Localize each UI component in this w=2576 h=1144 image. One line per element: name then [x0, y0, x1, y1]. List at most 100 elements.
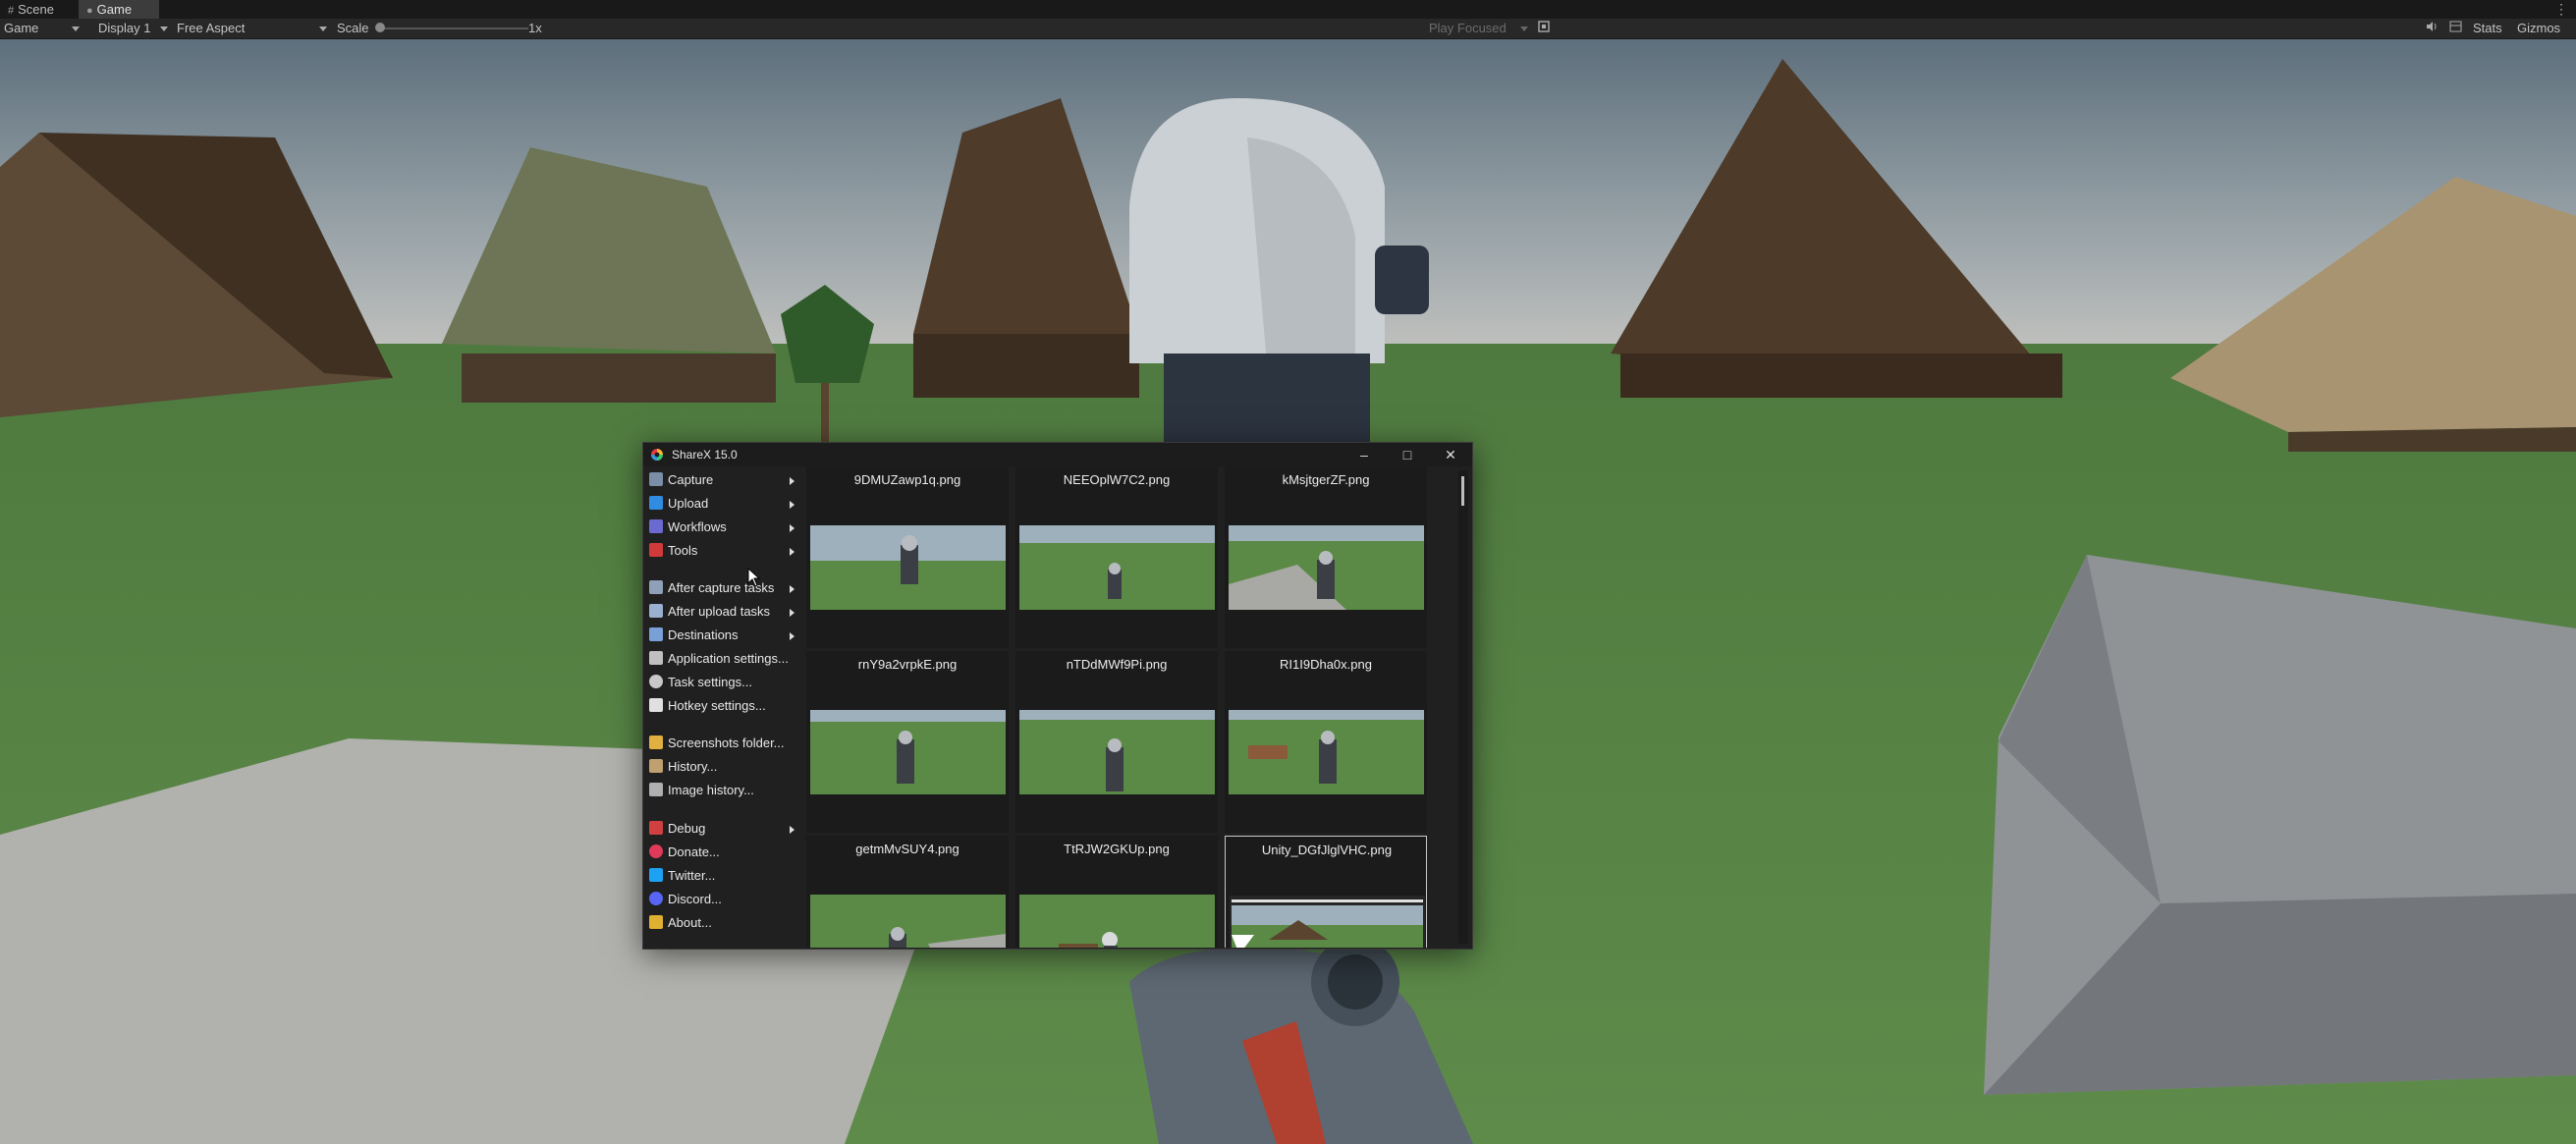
menu-item-label: Twitter...: [668, 868, 716, 883]
aspect-dropdown[interactable]: Free Aspect: [177, 19, 328, 38]
thumbnail-item[interactable]: TtRJW2GKUp.png: [1015, 836, 1218, 948]
menu-item-workflows[interactable]: Workflows: [649, 517, 796, 538]
menu-item-debug[interactable]: Debug: [649, 818, 796, 840]
tab-scene-label: Scene: [18, 2, 54, 17]
thumbnail-filename: 9DMUZawp1q.png: [853, 472, 961, 487]
chevron-down-icon: [1519, 27, 1528, 32]
after-capture-icon: [649, 580, 663, 594]
menu-item-label: Donate...: [668, 844, 720, 859]
thumbnail-item[interactable]: 9DMUZawp1q.png: [806, 466, 1009, 648]
view-mode-dropdown[interactable]: Game: [4, 19, 81, 38]
menu-item-tools[interactable]: Tools: [649, 540, 796, 562]
menu-item-destinations[interactable]: Destinations: [649, 625, 796, 646]
close-button[interactable]: ✕: [1429, 443, 1472, 466]
view-mode-value: Game: [4, 21, 39, 35]
menu-item-label: Upload: [668, 496, 709, 511]
thumbnail-image: [810, 895, 1006, 948]
thumbnail-item[interactable]: rnY9a2vrpkE.png: [806, 651, 1009, 833]
more-options-icon[interactable]: ⋮: [2554, 0, 2568, 19]
menu-item-image-history[interactable]: Image history...: [649, 780, 796, 801]
thumbnail-scrollbar[interactable]: [1458, 470, 1468, 944]
minimize-button[interactable]: –: [1343, 443, 1386, 466]
submenu-arrow-icon: [790, 632, 795, 640]
tab-scene[interactable]: # Scene: [0, 0, 82, 19]
chevron-down-icon: [160, 27, 169, 32]
scale-value: 1x: [528, 21, 542, 35]
crown-icon: [649, 915, 663, 929]
menu-item-label: After upload tasks: [668, 604, 771, 619]
menu-item-task-settings[interactable]: Task settings...: [649, 672, 796, 693]
aspect-value: Free Aspect: [177, 21, 246, 35]
menu-item-upload[interactable]: Upload: [649, 493, 796, 515]
thumbnail-filename: TtRJW2GKUp.png: [1064, 842, 1170, 856]
menu-item-label: Workflows: [668, 519, 727, 534]
thumbnail-item[interactable]: getmMvSUY4.png: [806, 836, 1009, 948]
history-icon: [649, 759, 663, 773]
thumbnail-filename: rnY9a2vrpkE.png: [857, 657, 958, 672]
menu-item-application-settings[interactable]: Application settings...: [649, 648, 796, 670]
sharex-titlebar[interactable]: ShareX 15.0 – □ ✕: [643, 443, 1472, 466]
submenu-arrow-icon: [790, 524, 795, 532]
thumbnail-item[interactable]: RI1I9Dha0x.png: [1225, 651, 1427, 833]
play-mode-value: Play Focused: [1429, 21, 1507, 35]
menu-item-label: Application settings...: [668, 651, 789, 666]
layout-grid-icon[interactable]: [2449, 19, 2462, 38]
submenu-arrow-icon: [790, 548, 795, 556]
menu-item-label: Image history...: [668, 783, 754, 797]
menu-item-after-capture-tasks[interactable]: After capture tasks: [649, 577, 796, 599]
stats-button[interactable]: Stats: [2473, 19, 2502, 38]
scale-slider-handle[interactable]: [375, 23, 385, 32]
menu-item-label: Screenshots folder...: [668, 735, 785, 750]
menu-item-after-upload-tasks[interactable]: After upload tasks: [649, 601, 796, 623]
submenu-arrow-icon: [790, 501, 795, 509]
thumbnail-grid: 9DMUZawp1q.png NEEOplW7C2.png kMsjtgerZF…: [806, 466, 1454, 948]
thumbnail-filename: Unity_DGfJlglVHC.png: [1261, 843, 1393, 857]
menu-item-label: Debug: [668, 821, 706, 836]
maximize-button[interactable]: □: [1386, 443, 1429, 466]
folder-icon: [649, 735, 663, 749]
menu-item-label: Task settings...: [668, 675, 752, 689]
menu-item-donate[interactable]: Donate...: [649, 842, 796, 863]
menu-item-twitter[interactable]: Twitter...: [649, 865, 796, 887]
thumbnail-filename: kMsjtgerZF.png: [1282, 472, 1370, 487]
wrench-icon: [649, 651, 663, 665]
discord-icon: [649, 892, 663, 905]
menu-item-hotkey-settings[interactable]: Hotkey settings...: [649, 695, 796, 717]
thumbnail-image: [1019, 525, 1215, 610]
thumbnail-image: [1229, 525, 1424, 610]
thumbnail-filename: getmMvSUY4.png: [855, 842, 959, 856]
mute-audio-icon[interactable]: [2426, 19, 2438, 38]
main-menu: Capture Upload Workflows Tools After cap…: [643, 466, 802, 948]
frame-debugger-icon[interactable]: [1538, 19, 1550, 38]
image-history-icon: [649, 783, 663, 796]
gizmos-button[interactable]: Gizmos: [2517, 19, 2560, 38]
gear-icon: [649, 675, 663, 688]
display-dropdown[interactable]: Display 1: [98, 19, 169, 38]
thumbnail-image: [1230, 896, 1425, 948]
window-title: ShareX 15.0: [672, 448, 738, 462]
scale-slider-track[interactable]: [381, 27, 528, 29]
menu-item-screenshots-folder[interactable]: Screenshots folder...: [649, 733, 796, 754]
destinations-icon: [649, 627, 663, 641]
menu-item-label: About...: [668, 915, 712, 930]
tab-game-label: Game: [96, 2, 133, 17]
thumbnail-item[interactable]: nTDdMWf9Pi.png: [1015, 651, 1218, 833]
menu-item-label: Capture: [668, 472, 714, 487]
thumbnail-item[interactable]: NEEOplW7C2.png: [1015, 466, 1218, 648]
submenu-arrow-icon: [790, 609, 795, 617]
thumbnail-item-selected[interactable]: Unity_DGfJlglVHC.png: [1225, 836, 1427, 948]
toolbox-icon: [649, 543, 663, 557]
thumbnail-item[interactable]: kMsjtgerZF.png: [1225, 466, 1427, 648]
menu-item-about[interactable]: About...: [649, 912, 796, 934]
menu-item-capture[interactable]: Capture: [649, 469, 796, 491]
play-mode-dropdown[interactable]: Play Focused: [1429, 19, 1528, 38]
menu-item-discord[interactable]: Discord...: [649, 889, 796, 910]
gamepad-icon: ●: [86, 5, 93, 17]
tab-game[interactable]: ● Game: [79, 0, 159, 19]
thumbnail-image: [810, 710, 1006, 794]
editor-tab-strip: # Scene ● Game ⋮: [0, 0, 2576, 20]
chevron-down-icon: [319, 27, 328, 32]
menu-item-history[interactable]: History...: [649, 756, 796, 778]
scrollbar-thumb[interactable]: [1461, 476, 1464, 506]
menu-item-label: Destinations: [668, 627, 739, 642]
